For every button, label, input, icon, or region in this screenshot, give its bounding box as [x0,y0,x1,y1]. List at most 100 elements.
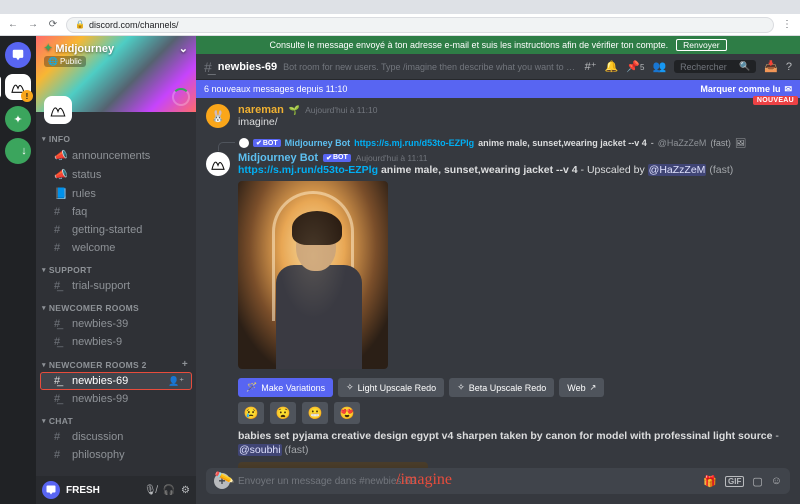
channel-faq[interactable]: #faq [40,203,192,221]
chevron-down-icon: ▾ [42,417,46,425]
hash-icon: # [54,449,66,461]
image-attachment[interactable] [238,181,388,369]
channel-header: #̲ newbies-69 Bot room for new users. Ty… [196,54,800,80]
guild-download[interactable]: ↓ [5,138,31,164]
channel-philosophy[interactable]: #philosophy [40,446,192,464]
member-list-icon[interactable]: 👥 [652,60,666,73]
notifications-icon[interactable]: 🔔 [605,60,619,73]
channel-status[interactable]: 📣status [40,165,192,184]
message-composer[interactable]: + Envoyer un message dans #newbies-69 🎁 … [206,468,790,494]
channel-title: newbies-69 [218,61,277,73]
make-variations-button[interactable]: 🪄Make Variations [238,378,333,397]
user-name[interactable]: FRESH [66,485,100,496]
reaction-anguish[interactable]: 😧 [270,402,296,424]
add-channel-icon[interactable]: + [182,359,188,370]
search-icon: 🔍 [739,61,750,72]
new-messages-bar[interactable]: 6 nouveaux messages depuis 11:10 Marquer… [196,80,800,98]
message: 🐰 nareman 🌱 Aujourd'hui à 11:10 imagine/ [206,104,790,130]
url-text: discord.com/channels/ [89,20,179,30]
message-timestamp: Aujourd'hui à 11:10 [305,105,377,115]
server-banner[interactable]: ✦ Midjourney ⌄ 🌐Public [36,36,196,112]
browser-menu-button[interactable]: ⋮ [780,18,794,32]
reaction-hearteyes[interactable]: 😍 [334,402,360,424]
message-content: babies set pyjama creative design egypt … [238,430,790,457]
resend-button[interactable]: Renvoyer [676,39,726,51]
category-chat[interactable]: ▾CHAT [36,408,196,428]
guild-midjourney[interactable]: ! [5,74,31,100]
message-timestamp: Aujourd'hui à 11:11 [356,153,428,163]
lock-icon: 🔒 [75,20,85,29]
hash-icon: # [54,206,66,218]
gif-button[interactable]: GIF [725,476,744,487]
reaction-sad[interactable]: 😢 [238,402,264,424]
home-button[interactable] [5,42,31,68]
channel-newbies-69[interactable]: #̲ newbies-69 👤⁺ [40,372,192,390]
message: Midjourney Bot ✔ BOT Aujourd'hui à 11:11… [206,152,790,468]
generated-image [238,181,388,369]
browser-toolbar: ← → ⟳ 🔒 discord.com/channels/ ⋮ [0,14,800,36]
category-newcomer-rooms[interactable]: ▾NEWCOMER ROOMS [36,295,196,315]
message-content: https://s.mj.run/d53to-EZPlg anime male,… [238,164,790,178]
category-newcomer-rooms-2[interactable]: ▾NEWCOMER ROOMS 2+ [36,351,196,372]
attach-button[interactable]: + [214,473,230,489]
notice-text: Consulte le message envoyé à ton adresse… [269,40,668,50]
chevron-down-icon: ▾ [42,266,46,274]
chevron-down-icon: ▾ [42,361,46,369]
channel-announcements[interactable]: 📣announcements [40,146,192,165]
channel-sidebar: ✦ Midjourney ⌄ 🌐Public ▾INFO 📣announceme… [36,36,196,504]
channel-newbies-99[interactable]: #̲newbies-99 [40,390,192,408]
bot-tag: ✔ BOT [323,154,351,162]
light-upscale-button[interactable]: ✧Light Upscale Redo [338,378,444,397]
category-support[interactable]: ▾SUPPORT [36,257,196,277]
search-input[interactable]: Rechercher 🔍 [674,60,756,73]
chat-messages[interactable]: 🐰 nareman 🌱 Aujourd'hui à 11:10 imagine/… [196,98,800,468]
server-dropdown-icon[interactable]: ⌄ [179,42,188,55]
nav-back-button[interactable]: ← [6,18,20,32]
guild-add-server[interactable]: ✦ [5,106,31,132]
emoji-icon[interactable]: ☺ [771,475,782,487]
sticker-icon[interactable]: ▢ [752,475,762,488]
deafen-icon[interactable]: 🎧 [163,485,175,496]
reaction-grimace[interactable]: 😬 [302,402,328,424]
main-area: Consulte le message envoyé à ton adresse… [196,36,800,504]
message-author[interactable]: Midjourney Bot [238,152,318,164]
web-button[interactable]: Web↗ [559,378,604,397]
channel-rules[interactable]: 📘rules [40,184,192,203]
new-messages-text: 6 nouveaux messages depuis 11:10 [204,84,347,94]
mark-as-read-button[interactable]: Marquer comme lu ✉ [700,84,792,95]
action-buttons: 🪄Make Variations ✧Light Upscale Redo ✧Be… [238,378,790,397]
avatar[interactable]: 🐰 [206,104,230,128]
author-badge-icon: 🌱 [289,105,300,116]
beta-upscale-button[interactable]: ✧Beta Upscale Redo [449,378,554,397]
rules-icon: 📘 [54,187,66,200]
pinned-icon[interactable]: 📌5 [626,60,644,73]
nav-reload-button[interactable]: ⟳ [46,18,60,32]
category-info[interactable]: ▾INFO [36,126,196,146]
channel-getting-started[interactable]: #getting-started [40,221,192,239]
reply-reference[interactable]: ✔ BOT Midjourney Bot https://s.mj.run/d5… [240,136,790,151]
verify-email-notice: Consulte le message envoyé à ton adresse… [196,36,800,54]
channel-newbies-39[interactable]: #̲newbies-39 [40,315,192,333]
address-bar[interactable]: 🔒 discord.com/channels/ [66,17,774,33]
channel-list[interactable]: ▾INFO 📣announcements 📣status 📘rules #faq… [36,112,196,476]
avatar[interactable] [206,152,230,176]
megaphone-icon: 📣 [54,149,66,162]
channel-trial-support[interactable]: #̲trial-support [40,277,192,295]
inbox-icon[interactable]: 📥 [764,60,778,73]
channel-welcome[interactable]: #welcome [40,239,192,257]
guild-bar: ! ✦ ↓ [0,36,36,504]
settings-icon[interactable]: ⚙ [181,485,190,496]
mute-mic-icon[interactable]: 🎙︎̸ [144,485,157,496]
channel-newbies-9[interactable]: #̲newbies-9 [40,333,192,351]
create-invite-icon[interactable]: 👤⁺ [168,376,184,387]
hash-icon: # [54,242,66,254]
message-author[interactable]: nareman [238,104,284,116]
user-avatar[interactable] [42,481,60,499]
channel-topic[interactable]: Bot room for new users. Type /imagine th… [283,62,579,72]
channel-discussion[interactable]: #discussion [40,428,192,446]
gift-icon[interactable]: 🎁 [703,475,717,488]
boost-progress-icon [172,88,190,106]
threads-icon[interactable]: #⁺ [585,60,597,73]
help-icon[interactable]: ? [786,61,792,73]
nav-forward-button[interactable]: → [26,18,40,32]
